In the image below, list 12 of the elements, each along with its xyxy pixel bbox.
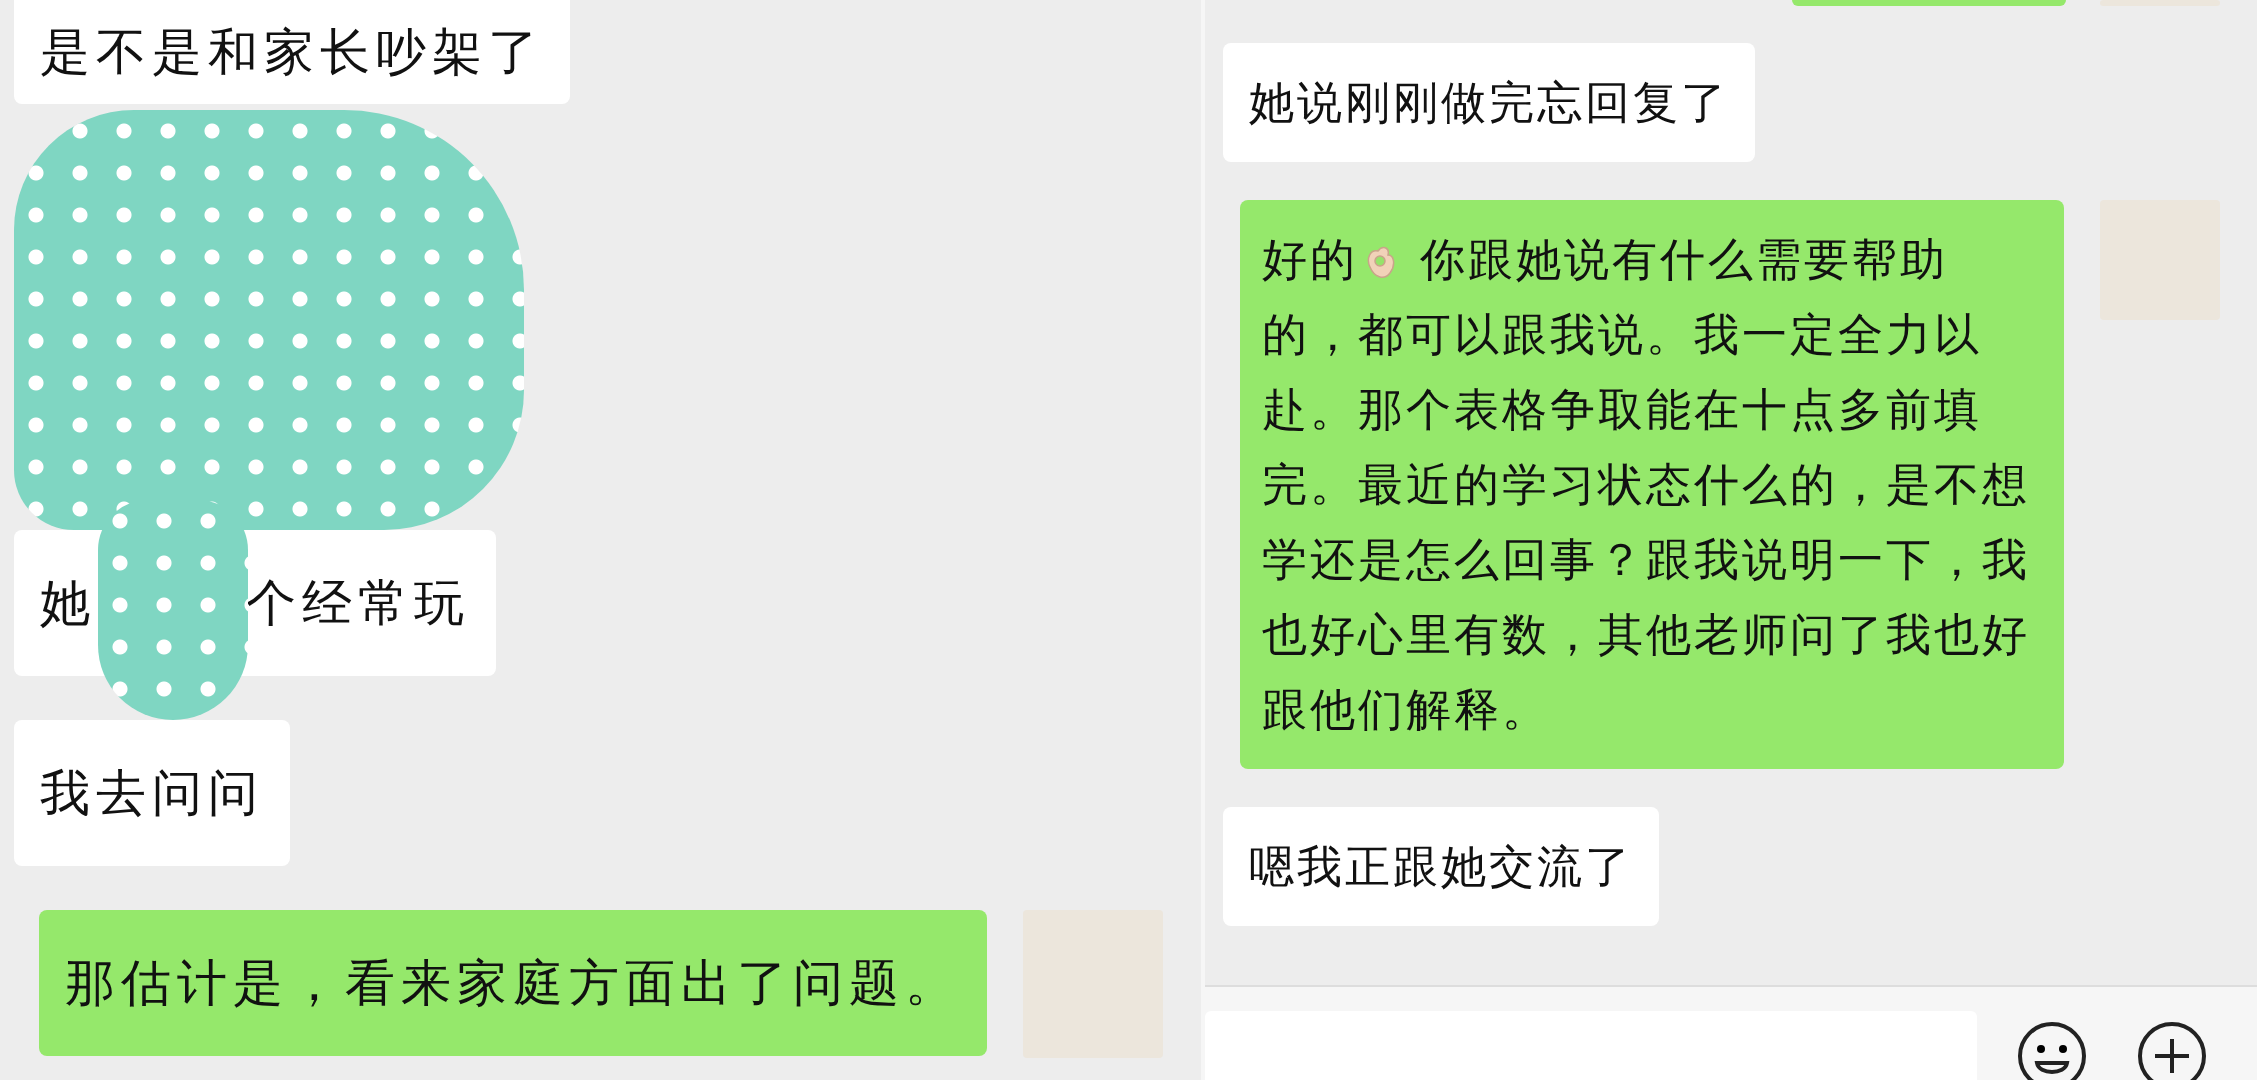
message-text: 你跟她说有什么需要帮助: [1420, 233, 1948, 286]
message-text: 个经常玩: [246, 574, 470, 632]
message-text: 她说刚刚做完忘回复了: [1249, 76, 1729, 129]
message-text: 她: [40, 574, 96, 632]
emoji-icon[interactable]: [2017, 1021, 2087, 1080]
message-text: 我去问问: [40, 764, 264, 822]
message-text: 的，都可以跟我说。我一定全力以赴。那个表格争取能在十点多前填完。最近的学习状态什么的，是不想学还是怎么回事？跟我说明一下，我也好心里有数，其他老师问了我也好跟他们解释。: [1262, 307, 2031, 738]
message-text: 嗯我正跟她交流了: [1249, 840, 1633, 893]
message-text: 好的: [1262, 233, 1358, 286]
message-text: 是不是和家长吵架了: [40, 23, 544, 81]
message-text: 那估计是，看来家庭方面出了问题。: [65, 954, 961, 1012]
plus-icon[interactable]: [2137, 1021, 2207, 1080]
